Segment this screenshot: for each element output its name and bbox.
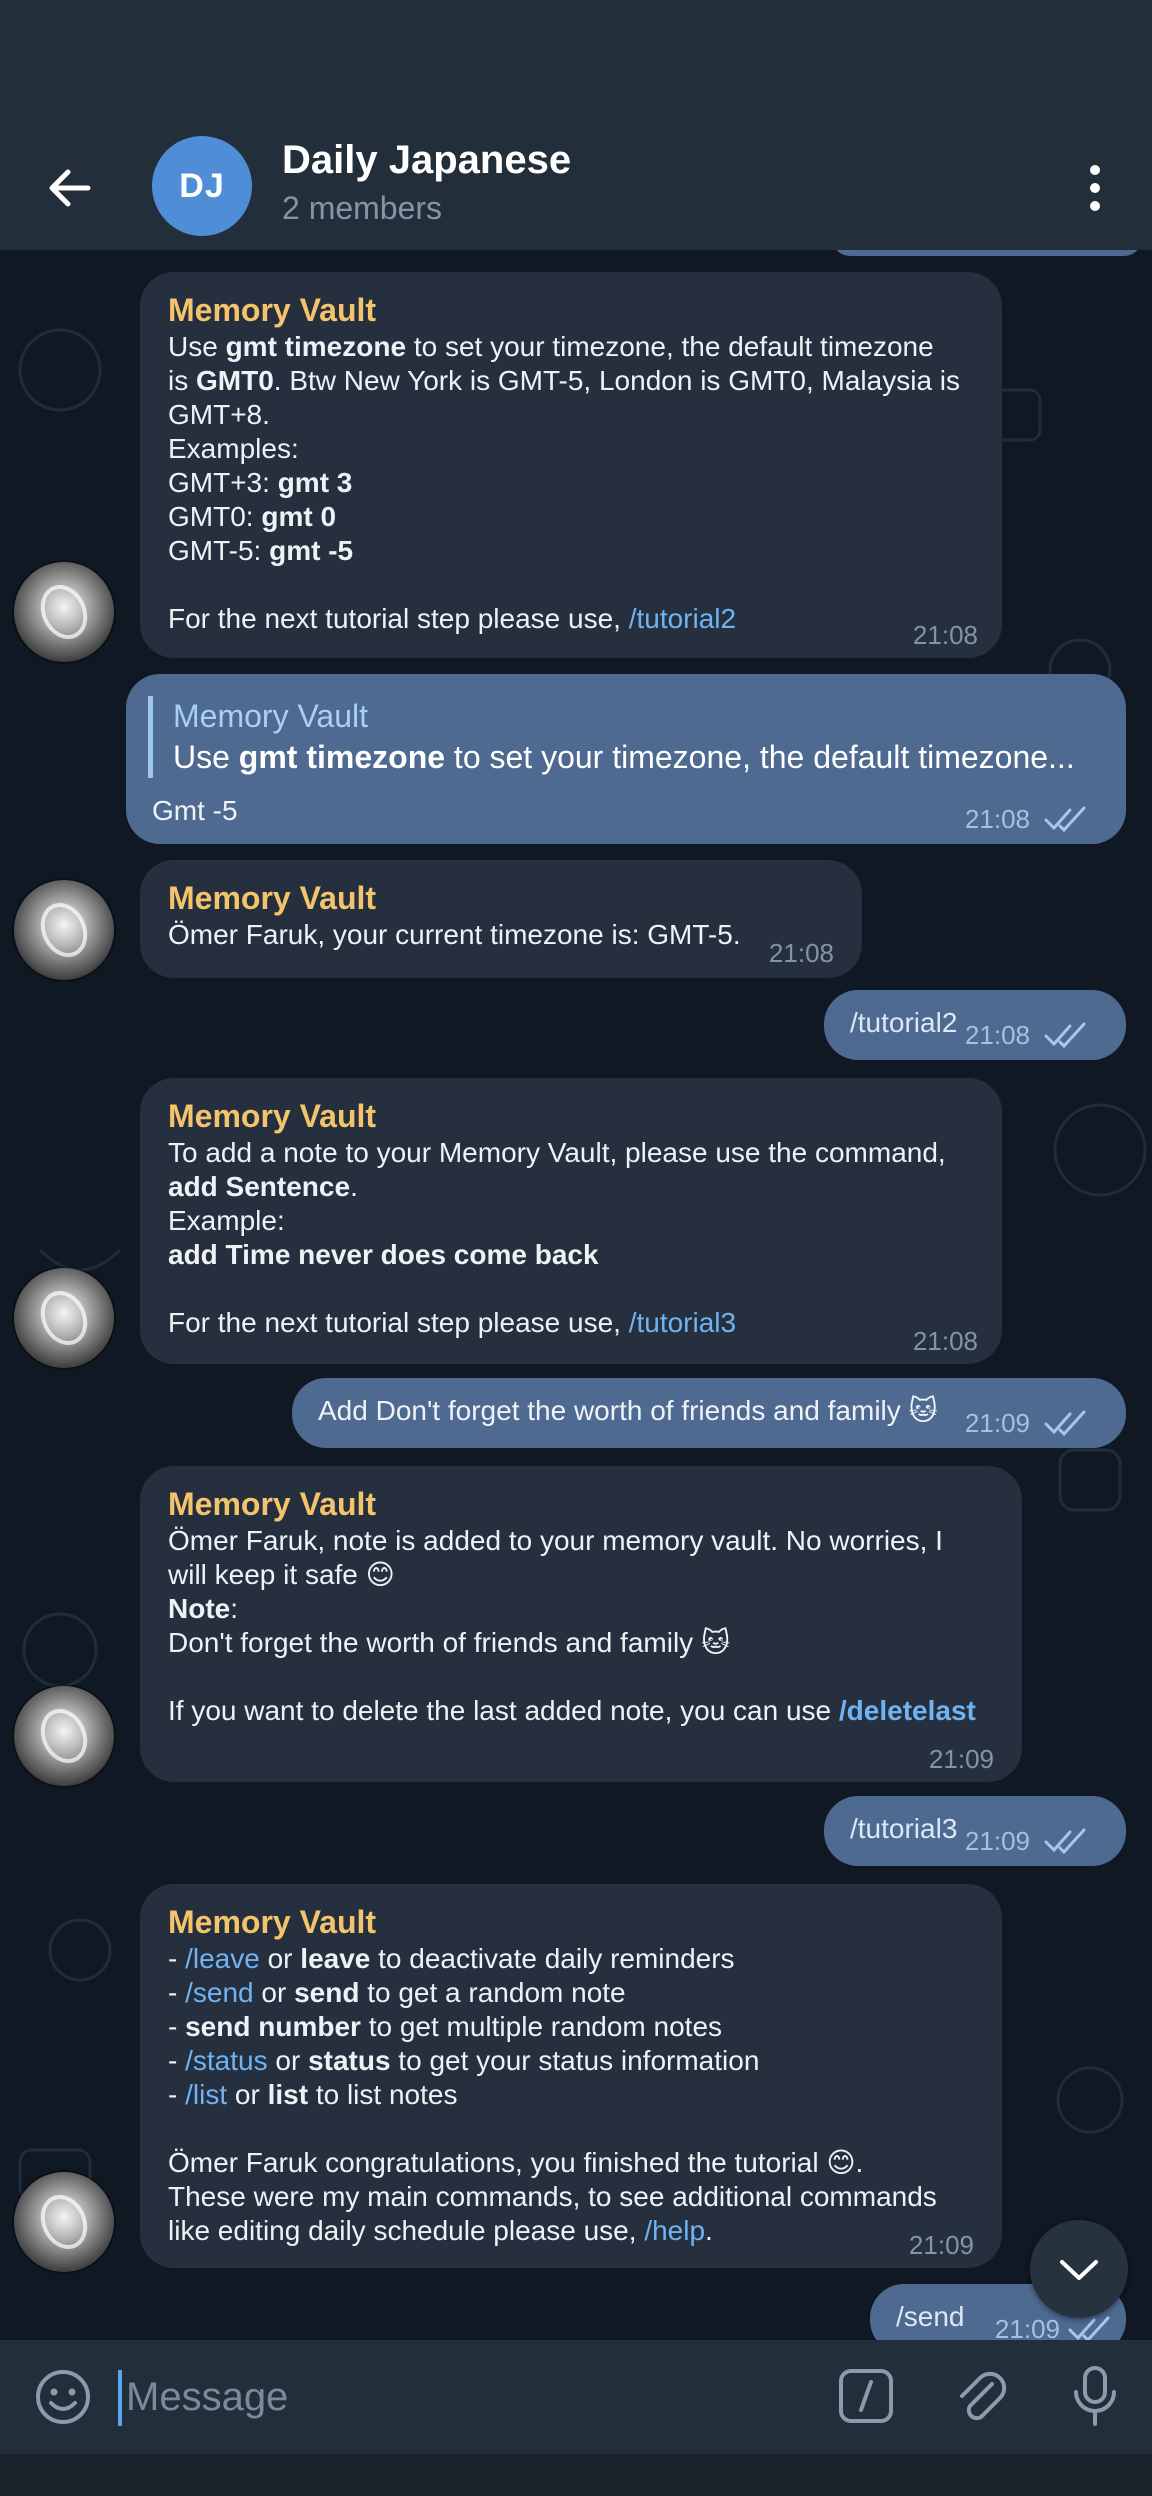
more-vertical-icon[interactable] [1080,158,1110,218]
status-command-link[interactable]: /status [185,2045,267,2076]
incoming-message[interactable]: Memory Vault Use gmt timezone to set you… [140,272,1002,658]
chat-subtitle: 2 members [282,190,443,226]
message-time: 21:08 [964,1020,1030,1050]
quote-text: Use gmt timezone to set your timezone, t… [173,739,1075,775]
send-command-link[interactable]: /send [185,1977,254,2008]
message-list[interactable]: Memory Vault Use gmt timezone to set you… [0,250,1152,2340]
command-slash-icon[interactable] [838,2368,894,2424]
bot-avatar[interactable] [14,1268,114,1368]
incoming-message[interactable]: Memory Vault - /leave or leave to deacti… [140,1884,1002,2268]
chat-title[interactable]: Daily Japanese [282,138,571,183]
list-command-link[interactable]: /list [185,2079,227,2110]
emoji-icon[interactable] [34,2368,92,2426]
double-check-icon [1044,806,1086,832]
help-command-link[interactable]: /help [644,2215,705,2246]
double-check-icon [1044,1410,1086,1436]
leave-command-link[interactable]: /leave [185,1943,260,1974]
sender-name[interactable]: Memory Vault [168,1484,994,1524]
double-check-icon [1044,1828,1086,1854]
message-text: To add a note to your Memory Vault, plea… [168,1137,946,1338]
bot-avatar[interactable] [14,880,114,980]
incoming-message[interactable]: Memory Vault Ömer Faruk, note is added t… [140,1466,1022,1782]
bot-avatar[interactable] [14,562,114,662]
sender-name[interactable]: Memory Vault [168,1902,974,1942]
reply-quote[interactable]: Memory Vault Use gmt timezone to set you… [148,696,1104,778]
tutorial3-command-link[interactable]: /tutorial3 [629,1307,736,1338]
message-text: - /leave or leave to deactivate daily re… [168,1943,937,2246]
message-time: 21:09 [928,1744,994,1774]
message-time: 21:08 [912,620,978,650]
outgoing-bubble-partial[interactable] [832,250,1142,256]
double-check-icon [1044,1022,1086,1048]
outgoing-message[interactable]: /tutorial2 21:08 [824,990,1126,1060]
sender-name[interactable]: Memory Vault [168,1096,974,1136]
outgoing-message[interactable]: Add Don't forget the worth of friends an… [292,1378,1126,1448]
incoming-message[interactable]: Memory Vault Ömer Faruk, your current ti… [140,860,862,978]
back-arrow-icon[interactable] [40,158,100,218]
sender-name[interactable]: Memory Vault [168,878,834,918]
group-avatar[interactable]: DJ [152,136,252,236]
double-check-icon [1068,2316,1110,2340]
message-time: 21:08 [964,804,1030,834]
message-time: 21:09 [964,1408,1030,1438]
chevron-down-icon [1060,2260,1098,2280]
message-time: 21:09 [964,1826,1030,1856]
incoming-message[interactable]: Memory Vault To add a note to your Memor… [140,1078,1002,1364]
deletelast-command-link[interactable]: /deletelast [839,1695,976,1726]
system-navigation-bar [0,2454,1152,2496]
quote-sender: Memory Vault [173,698,369,734]
tutorial2-command-link[interactable]: /tutorial2 [629,603,736,634]
message-time: 21:08 [768,938,834,968]
message-time: 21:09 [994,2314,1060,2340]
bot-avatar[interactable] [14,2172,114,2272]
message-text: Ömer Faruk, your current timezone is: GM… [168,919,741,950]
message-input[interactable] [120,2362,792,2432]
message-text: Use gmt timezone to set your timezone, t… [168,331,961,634]
message-time: 21:08 [912,1326,978,1356]
microphone-icon[interactable] [1070,2364,1120,2428]
message-time: 21:09 [908,2230,974,2260]
message-text: Ömer Faruk, note is added to your memory… [168,1525,976,1726]
status-bar [0,0,1152,128]
outgoing-reply-message[interactable]: Memory Vault Use gmt timezone to set you… [126,674,1126,844]
chat-header: DJ Daily Japanese 2 members [0,128,1152,252]
sender-name[interactable]: Memory Vault [168,290,974,330]
outgoing-message[interactable]: /tutorial3 21:09 [824,1796,1126,1866]
paperclip-icon[interactable] [952,2366,1008,2426]
bot-avatar[interactable] [14,1686,114,1786]
scroll-to-bottom-button[interactable] [1030,2220,1128,2318]
message-text: Gmt -5 [152,795,238,826]
message-composer [0,2340,1152,2454]
